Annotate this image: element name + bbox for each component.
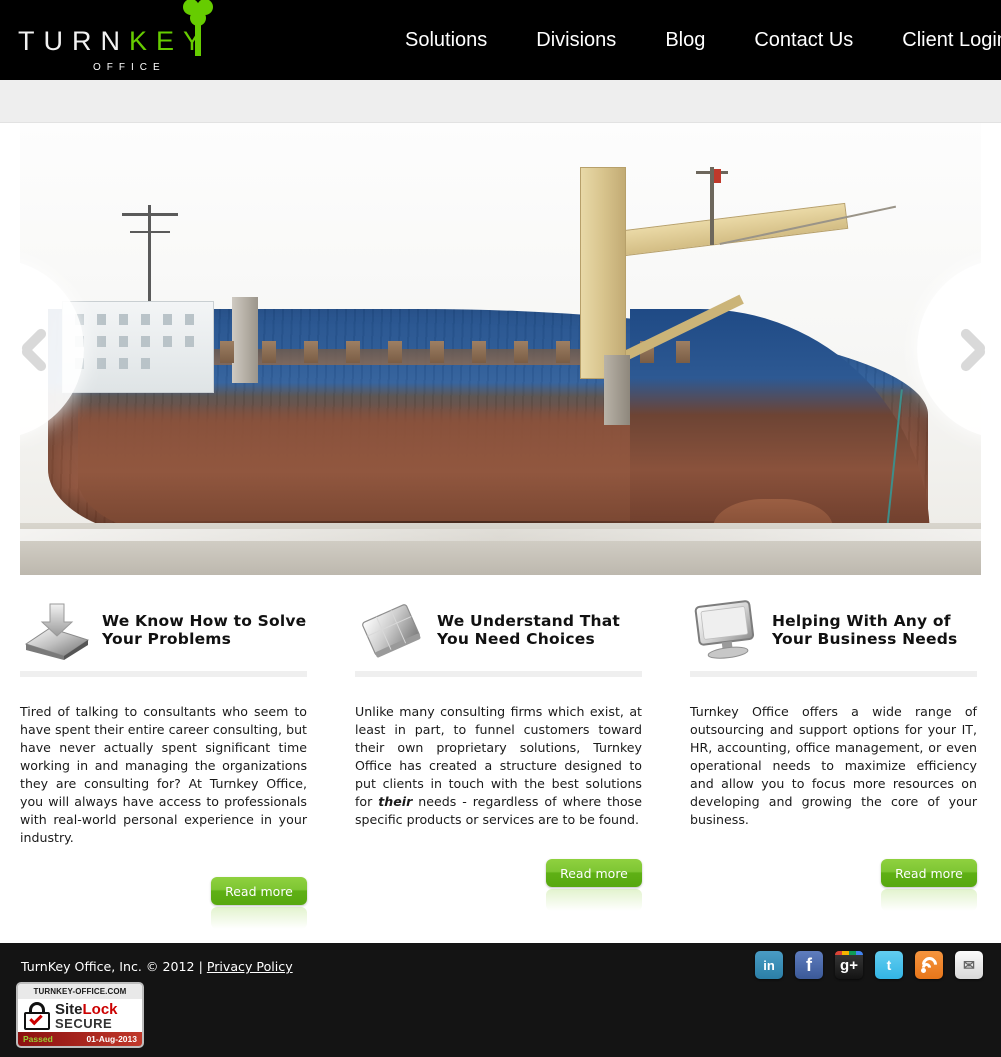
feature-3-body: Turnkey Office offers a wide range of ou… [690, 703, 977, 829]
read-more-reflection-2 [546, 889, 642, 911]
slider-next-button[interactable] [905, 123, 1001, 575]
sitelock-badge[interactable]: TURNKEY-OFFICE.COM SiteLock SECURE Passe… [16, 982, 144, 1048]
social-links: in f g+ t ✉ [755, 951, 983, 979]
footer-copyright: TurnKey Office, Inc. © 2012 | Privacy Po… [21, 959, 293, 974]
site-header: TURNKEY OFFICE Solutions Divisions Blog … [0, 0, 1001, 80]
chevron-left-icon [14, 322, 49, 376]
sitelock-wordmark: SiteLock SECURE [55, 1002, 118, 1030]
copyright-text: TurnKey Office, Inc. © 2012 | [21, 959, 207, 974]
feature-column-1: We Know How to Solve Your Problems Tired… [20, 597, 307, 939]
feature-3-divider [690, 671, 977, 677]
feature-2-header: We Understand That You Need Choices [355, 597, 642, 663]
email-icon[interactable]: ✉ [955, 951, 983, 979]
feature-1-body-text: Tired of talking to consultants who seem… [20, 704, 307, 845]
read-more-button-3[interactable]: Read more [881, 859, 977, 887]
header-subbar [0, 80, 1001, 123]
email-glyph: ✉ [963, 956, 975, 973]
feature-3-header: Helping With Any of Your Business Needs [690, 597, 977, 663]
google-plus-icon[interactable]: g+ [835, 951, 863, 979]
logo-subtitle: OFFICE [93, 62, 166, 73]
read-more-button-2[interactable]: Read more [546, 859, 642, 887]
feature-column-2: We Understand That You Need Choices Unli… [355, 597, 642, 939]
rss-glyph [918, 953, 941, 976]
read-more-reflection-1 [211, 907, 307, 929]
nav-item-client-login[interactable]: Client Login [902, 29, 1001, 52]
twitter-glyph: t [886, 957, 892, 973]
padlock-check-icon [24, 1001, 50, 1030]
nav-item-contact-us[interactable]: Contact Us [754, 29, 853, 52]
linkedin-glyph: in [763, 957, 775, 973]
feature-2-divider [355, 671, 642, 677]
logo-word-green: KEY [129, 26, 211, 56]
facebook-glyph: f [806, 954, 812, 975]
feature-column-3: Helping With Any of Your Business Needs … [690, 597, 977, 939]
feature-3-body-text: Turnkey Office offers a wide range of ou… [690, 704, 977, 827]
feature-columns: We Know How to Solve Your Problems Tired… [0, 575, 1001, 939]
sitelock-status-bar: Passed 01-Aug-2013 [18, 1032, 142, 1046]
logo-word-dark: TURN [18, 26, 129, 56]
feature-3-title: Helping With Any of Your Business Needs [772, 611, 958, 648]
feature-1-button-row: Read more [20, 877, 307, 939]
feature-2-body: Unlike many consulting firms which exist… [355, 703, 642, 829]
google-plus-glyph: g+ [840, 956, 858, 974]
computer-monitor-icon [690, 600, 762, 660]
sitelock-main: SiteLock SECURE [18, 999, 142, 1032]
sitelock-brand-site: Site [55, 1000, 83, 1018]
nav-item-divisions[interactable]: Divisions [536, 29, 616, 52]
sitelock-brand-lock: Lock [82, 1000, 118, 1018]
crane-post [604, 355, 630, 425]
nav-item-blog[interactable]: Blog [665, 29, 705, 52]
crane-tower [580, 167, 626, 379]
main-nav: Solutions Divisions Blog Contact Us Clie… [300, 0, 1001, 80]
feature-1-title: We Know How to Solve Your Problems [102, 611, 307, 648]
logo[interactable]: TURNKEY OFFICE [0, 0, 300, 80]
feature-1-header: We Know How to Solve Your Problems [20, 597, 307, 663]
feature-2-title: We Understand That You Need Choices [437, 611, 621, 648]
mast-marker [714, 169, 721, 183]
read-more-button-1[interactable]: Read more [211, 877, 307, 905]
hero-shoreline [20, 523, 981, 575]
read-more-reflection-3 [881, 889, 977, 911]
nav-item-solutions[interactable]: Solutions [405, 29, 487, 52]
logo-wordmark: TURNKEY [18, 26, 210, 57]
twitter-icon[interactable]: t [875, 951, 903, 979]
sitelock-domain: TURNKEY-OFFICE.COM [18, 984, 142, 999]
document-download-icon [20, 600, 92, 660]
feature-2-body-emphasis: their [378, 794, 413, 809]
feature-1-body: Tired of talking to consultants who seem… [20, 703, 307, 847]
sitelock-secure-text: SECURE [55, 1015, 113, 1031]
feature-2-button-row: Read more [355, 859, 642, 921]
site-footer: TurnKey Office, Inc. © 2012 | Privacy Po… [0, 943, 1001, 1057]
sitelock-date: 01-Aug-2013 [86, 1034, 137, 1044]
rss-icon[interactable] [915, 951, 943, 979]
hero-image [20, 123, 981, 575]
linkedin-icon[interactable]: in [755, 951, 783, 979]
privacy-policy-link[interactable]: Privacy Policy [207, 959, 293, 974]
feature-3-button-row: Read more [690, 859, 977, 921]
facebook-icon[interactable]: f [795, 951, 823, 979]
sitelock-status: Passed [23, 1034, 53, 1044]
tilted-book-icon [355, 600, 427, 660]
ship-mast [122, 205, 178, 301]
slider-prev-button[interactable] [0, 123, 96, 575]
hero-slider [0, 123, 1001, 575]
feature-1-divider [20, 671, 307, 677]
chevron-right-icon [953, 322, 988, 376]
